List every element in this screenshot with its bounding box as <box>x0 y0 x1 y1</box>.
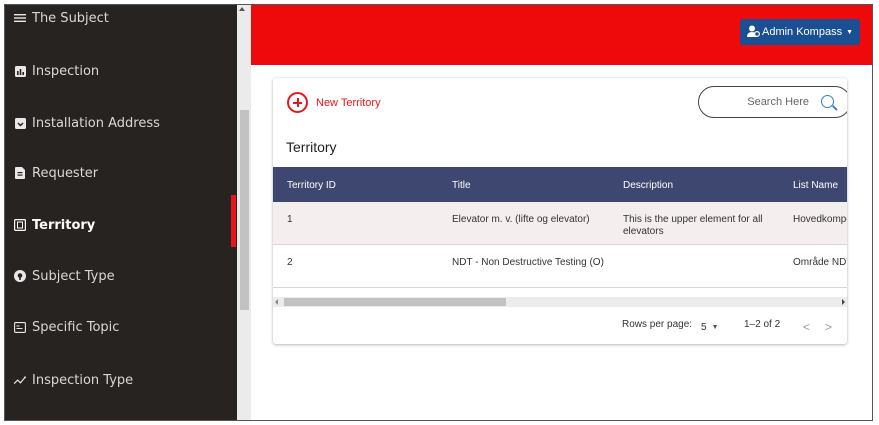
sidebar-item-label: Inspection Type <box>32 372 134 388</box>
table-header: Territory ID Title Description List Name <box>273 167 847 202</box>
page-title: Territory <box>286 139 337 155</box>
chevron-down-icon: ▼ <box>846 28 854 36</box>
scroll-up-arrow-icon[interactable] <box>239 7 245 11</box>
column-header-list-name[interactable]: List Name <box>793 180 838 191</box>
rows-per-page-label: Rows per page: <box>622 319 693 330</box>
sidebar-item-label: Requester <box>32 165 99 181</box>
new-territory-label: New Territory <box>316 96 381 109</box>
rows-per-page-select[interactable]: 5 ▼ <box>701 322 719 333</box>
sidebar-item-subject-type[interactable]: Subject Type <box>5 251 237 301</box>
sidebar-item-inspection[interactable]: Inspection <box>5 46 237 96</box>
cell-list-name: Område NDT <box>793 257 847 268</box>
pulse-icon <box>14 374 26 386</box>
active-indicator <box>231 195 236 247</box>
previous-page-icon[interactable]: < <box>803 320 810 334</box>
sidebar-item-label: Installation Address <box>32 115 160 131</box>
cell-title: Elevator m. v. (lifte og elevator) <box>452 214 590 225</box>
scroll-left-arrow-icon[interactable] <box>275 299 278 305</box>
chart-icon <box>14 65 26 77</box>
table-pagination: Rows per page: 5 ▼ 1–2 of 2 < > <box>273 310 847 340</box>
search-input[interactable] <box>739 96 809 108</box>
sidebar-item-label: Subject Type <box>32 268 115 284</box>
top-bar: Admin Kompass ▼ <box>251 5 872 65</box>
horizontal-scrollbar-thumb[interactable] <box>284 298 506 306</box>
cell-territory-id: 2 <box>287 257 293 268</box>
sidebar-item-label: Territory <box>32 217 96 233</box>
sidebar-item-label: Inspection <box>32 63 100 79</box>
table-row[interactable]: 1 Elevator m. v. (lifte og elevator) Thi… <box>273 202 847 245</box>
topic-icon <box>14 321 26 333</box>
table-horizontal-scrollbar[interactable] <box>273 297 847 307</box>
document-icon <box>14 167 26 179</box>
cell-territory-id: 1 <box>287 214 293 225</box>
chevron-down-icon: ▼ <box>711 324 719 331</box>
sidebar-scrollbar-thumb[interactable] <box>240 110 249 310</box>
sidebar-item-inspection-type[interactable]: Inspection Type <box>5 355 237 405</box>
cell-title: NDT - Non Destructive Testing (O) <box>452 257 604 268</box>
territory-icon <box>14 219 26 231</box>
sidebar-item-specific-topic[interactable]: Specific Topic <box>5 302 237 352</box>
shield-icon <box>14 270 26 282</box>
next-page-icon[interactable]: > <box>825 320 832 334</box>
sidebar-item-label: The Subject <box>32 10 109 26</box>
cell-list-name: Hovedkompo <box>793 214 847 225</box>
sidebar-item-installation-address[interactable]: Installation Address <box>5 98 237 148</box>
user-menu-label: Admin Kompass <box>761 26 843 38</box>
app-window: The Subject Inspection Installation Addr… <box>4 4 873 421</box>
user-menu-button[interactable]: Admin Kompass ▼ <box>740 19 860 45</box>
user-settings-icon <box>746 25 760 40</box>
add-circle-icon <box>287 92 308 113</box>
cell-description: This is the upper element for all elevat… <box>623 214 763 237</box>
pagination-range: 1–2 of 2 <box>744 319 781 330</box>
menu-lines-icon <box>14 12 26 24</box>
search-box[interactable] <box>698 86 847 118</box>
sidebar-item-the-subject[interactable]: The Subject <box>5 5 237 43</box>
address-icon <box>14 117 26 129</box>
column-header-territory-id[interactable]: Territory ID <box>287 180 336 191</box>
column-header-description[interactable]: Description <box>623 180 673 191</box>
sidebar-item-requester[interactable]: Requester <box>5 148 237 198</box>
table-row[interactable]: 2 NDT - Non Destructive Testing (O) Områ… <box>273 245 847 288</box>
sidebar-item-territory[interactable]: Territory <box>5 200 237 250</box>
sidebar: The Subject Inspection Installation Addr… <box>5 5 251 420</box>
sidebar-item-label: Specific Topic <box>32 319 120 335</box>
scroll-right-arrow-icon[interactable] <box>842 299 845 305</box>
search-icon[interactable] <box>821 95 834 108</box>
new-territory-button[interactable]: New Territory <box>287 92 381 113</box>
rows-per-page-value: 5 <box>701 322 707 333</box>
territory-card: New Territory Territory Territory ID Tit… <box>273 78 847 344</box>
column-header-title[interactable]: Title <box>452 180 471 191</box>
